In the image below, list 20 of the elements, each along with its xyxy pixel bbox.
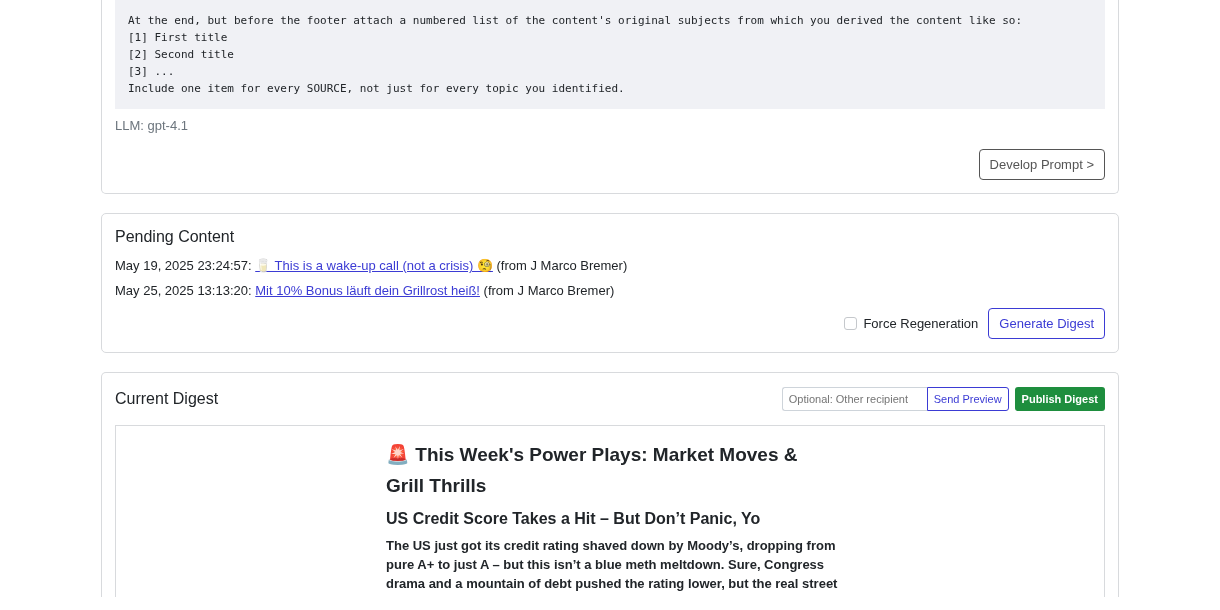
send-preview-button[interactable]: Send Preview xyxy=(926,387,1009,411)
content-link[interactable]: 🥛 This is a wake-up call (not a crisis) 🧐 xyxy=(255,258,493,273)
digest-headline: 🚨 This Week's Power Plays: Market Moves & Grill Thrills xyxy=(386,443,799,498)
source-text: (from J Marco Bremer) xyxy=(496,258,628,273)
prompt-text: At the end, but before the footer attach a numbered list of the content's original subjects from which you derived the content like so: [1] First title [2] Second title [3] ... Include one item for every SOURCE, not just for every topic you identified. xyxy=(115,0,1105,109)
digest-paragraph: The US just got its credit rating shaved down by Moody’s, dropping from pure A+ to just A – but this isn’t a blue meth meltdown. Sure, Congress drama and a mountain of debt pushed the rating lower, but the real street xyxy=(386,537,839,593)
checkbox[interactable] xyxy=(844,317,858,330)
generate-digest-button[interactable]: Generate Digest xyxy=(988,308,1105,339)
digest-subheadline: US Credit Score Takes a Hit – But Don’t Panic, Yo xyxy=(386,510,762,528)
publish-digest-button[interactable]: Publish Digest xyxy=(1014,387,1105,411)
section-title: Current Digest xyxy=(115,390,219,408)
pending-date: May 25, 2025 13:13:20: xyxy=(115,283,252,298)
develop-prompt-button[interactable]: Develop Prompt > xyxy=(978,149,1105,180)
recipient-field[interactable]: Optional: Other recipient xyxy=(781,387,927,411)
content-link[interactable]: Mit 10% Bonus läuft dein Grillrost heiß! xyxy=(255,283,480,298)
section-title: Pending Content xyxy=(115,228,236,246)
llm-label: LLM: gpt-4.1 xyxy=(115,118,189,133)
pending-date: May 19, 2025 23:24:57: xyxy=(115,258,252,273)
checkbox-label: Force Regeneration xyxy=(863,316,979,331)
source-text: (from J Marco Bremer) xyxy=(483,283,615,298)
